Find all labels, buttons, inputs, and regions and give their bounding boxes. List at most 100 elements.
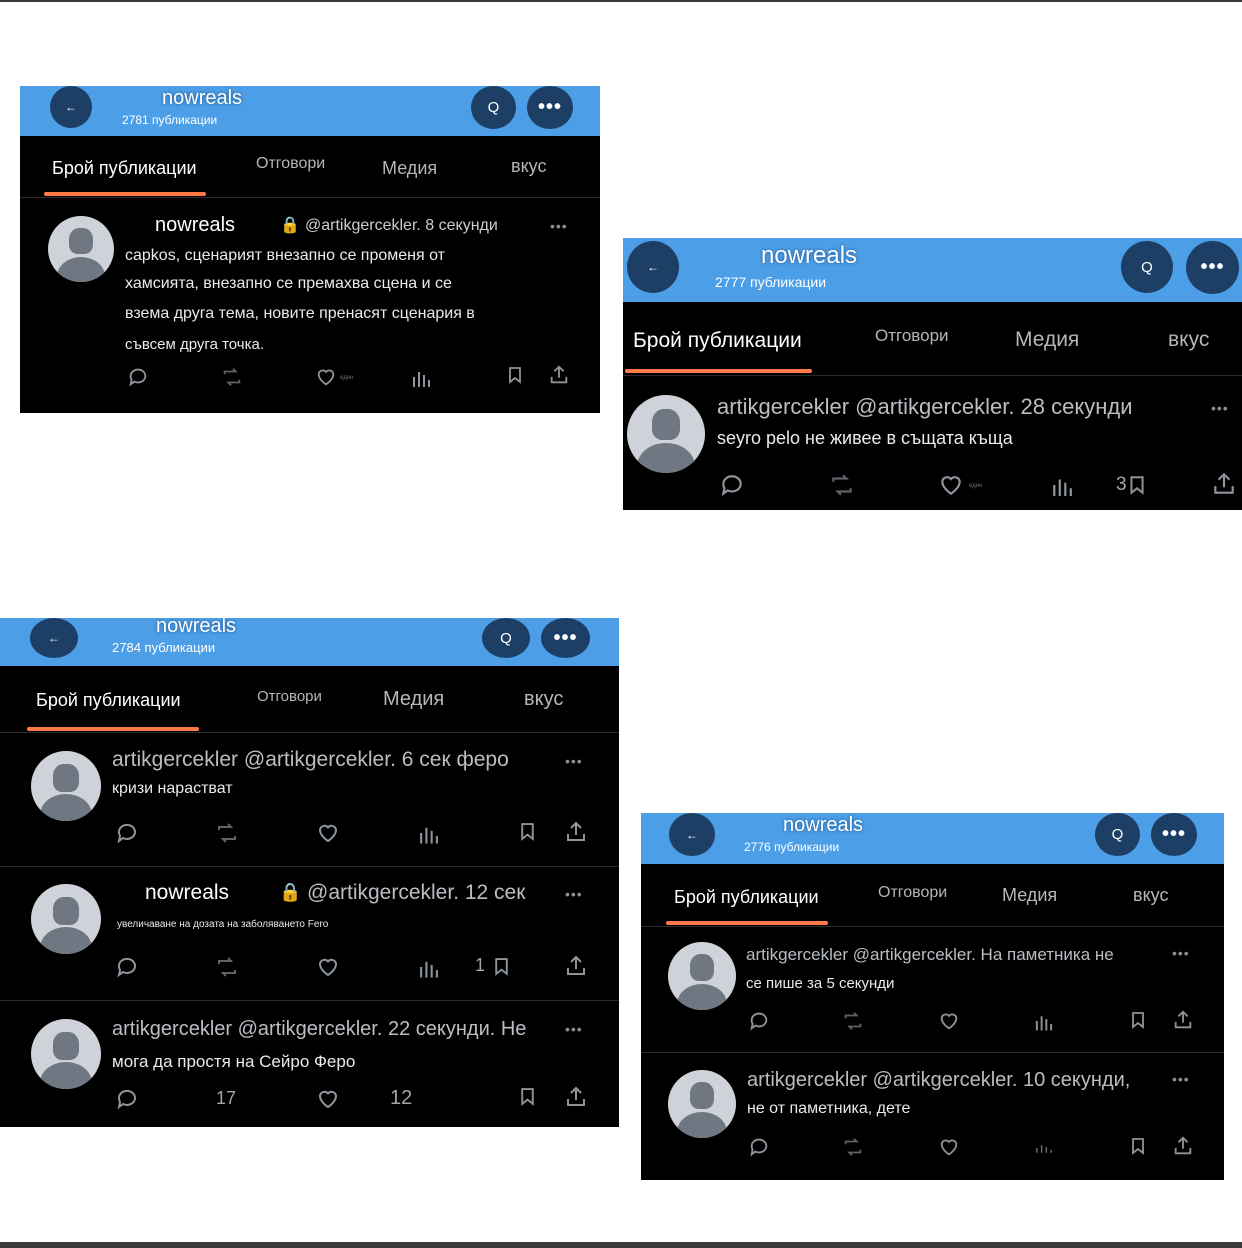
post-meta[interactable]: artikgercekler @artikgercekler. 28 секун… [717,394,1133,420]
views-icon[interactable] [418,955,439,979]
post-more-icon[interactable]: ••• [550,218,568,234]
post-author-name[interactable]: nowreals [155,214,235,237]
post-meta[interactable]: artikgercekler @artikgercekler. 22 секун… [112,1018,526,1041]
bookmark-icon[interactable] [1131,1137,1145,1155]
reply-icon[interactable] [115,1087,139,1111]
avatar[interactable] [31,751,101,821]
tab-replies[interactable]: Отговори [878,884,947,902]
post-author-name[interactable]: nowreals [145,881,229,905]
like-icon[interactable] [316,1087,340,1111]
search-button[interactable]: Q [1095,813,1140,856]
tab-media[interactable]: Медия [1002,885,1057,906]
share-icon[interactable] [548,364,570,386]
more-options-button[interactable]: ••• [527,86,573,129]
like-icon[interactable] [315,366,337,388]
like-icon[interactable] [938,1136,960,1158]
tab-replies[interactable]: Отговори [257,688,322,705]
tab-posts[interactable]: Брой публикации [52,158,197,179]
back-button[interactable]: ← [30,618,78,658]
post-item[interactable]: artikgercekler @artikgercekler. 6 сек фе… [0,733,619,867]
tab-likes[interactable]: вкус [524,688,563,711]
share-icon[interactable] [1172,1135,1194,1157]
avatar[interactable] [627,395,705,473]
avatar[interactable] [48,216,114,282]
post-item[interactable]: artikgercekler @artikgercekler. 22 секун… [0,1001,619,1127]
reply-icon[interactable] [748,1010,770,1032]
share-icon[interactable] [564,1085,588,1109]
post-meta[interactable]: artikgercekler @artikgercekler. На памет… [746,945,1114,965]
search-button[interactable]: Q [471,86,516,129]
reply-icon[interactable] [719,472,745,498]
more-options-button[interactable]: ••• [1151,813,1197,856]
post-more-icon[interactable]: ••• [1172,945,1190,961]
reply-icon[interactable] [115,821,139,845]
post-item[interactable]: artikgercekler @artikgercekler. На памет… [641,927,1224,1053]
avatar[interactable] [668,1070,736,1138]
tab-likes[interactable]: вкус [511,156,546,177]
like-icon[interactable] [316,821,340,845]
post-more-icon[interactable]: ••• [565,886,583,902]
like-icon[interactable] [938,472,964,498]
tab-media[interactable]: Медия [1015,328,1079,352]
views-icon[interactable] [1051,472,1073,498]
repost-icon[interactable] [841,1136,865,1158]
views-icon[interactable] [418,821,439,845]
repost-icon[interactable] [214,821,240,845]
repost-icon[interactable] [841,1010,865,1032]
like-icon[interactable] [938,1010,960,1032]
post-more-icon[interactable]: ••• [1211,400,1229,416]
search-icon: Q [1141,258,1153,276]
share-icon[interactable] [564,820,588,844]
back-button[interactable]: ← [50,86,92,128]
reply-icon[interactable] [127,366,149,388]
post-handle-time[interactable]: @artikgercekler. 8 секунди [305,217,498,235]
bookmark-icon[interactable] [520,1087,535,1106]
avatar[interactable] [31,1019,101,1089]
search-button[interactable]: Q [1121,241,1173,293]
repost-icon[interactable] [828,472,856,498]
post-more-icon[interactable]: ••• [1172,1071,1190,1087]
reply-icon[interactable] [748,1136,770,1158]
post-more-icon[interactable]: ••• [565,1021,583,1037]
post-item[interactable]: nowreals 🔒 @artikgercekler. 8 секунди ••… [20,198,600,412]
tab-replies[interactable]: Отговори [875,326,949,346]
views-icon[interactable] [1034,1010,1053,1032]
search-button[interactable]: Q [482,618,530,658]
tab-posts[interactable]: Брой публикации [674,887,819,908]
share-icon[interactable] [564,954,588,978]
like-icon[interactable] [316,955,340,979]
post-item[interactable]: artikgercekler @artikgercekler. 28 секун… [623,376,1242,509]
bookmark-icon[interactable] [520,822,535,841]
views-icon[interactable] [411,366,431,388]
tab-media[interactable]: Медия [382,158,437,179]
back-button[interactable]: ← [627,241,679,293]
tab-likes[interactable]: вкус [1133,885,1168,906]
tab-likes[interactable]: вкус [1168,328,1209,352]
share-icon[interactable] [1172,1009,1194,1031]
bookmark-icon[interactable] [494,957,509,976]
bookmark-icon[interactable] [1129,475,1145,495]
avatar[interactable] [31,884,101,954]
more-options-button[interactable]: ••• [1186,241,1239,294]
post-meta[interactable]: artikgercekler @artikgercekler. 10 секун… [747,1069,1130,1092]
bookmark-icon[interactable] [1131,1011,1145,1029]
back-button[interactable]: ← [669,813,715,856]
tab-media[interactable]: Медия [383,688,444,711]
reply-icon[interactable] [115,955,139,979]
tab-replies[interactable]: Отговори [256,155,325,173]
bookmark-icon[interactable] [508,366,522,384]
repost-icon[interactable] [220,366,244,388]
post-meta[interactable]: artikgercekler @artikgercekler. 6 сек фе… [112,748,509,772]
post-item[interactable]: nowreals 🔒 @artikgercekler. 12 сек ••• у… [0,867,619,1001]
post-item[interactable]: artikgercekler @artikgercekler. 10 секун… [641,1053,1224,1179]
avatar[interactable] [668,942,736,1010]
repost-icon[interactable] [214,955,240,979]
share-icon[interactable] [1211,471,1237,497]
views-icon[interactable] [1034,1140,1053,1154]
tab-posts[interactable]: Брой публикации [36,690,181,711]
post-more-icon[interactable]: ••• [565,753,583,769]
more-options-button[interactable]: ••• [541,618,590,658]
active-tab-indicator [625,369,812,373]
tab-posts[interactable]: Брой публикации [633,329,802,353]
post-handle-time[interactable]: @artikgercekler. 12 сек [307,881,525,905]
